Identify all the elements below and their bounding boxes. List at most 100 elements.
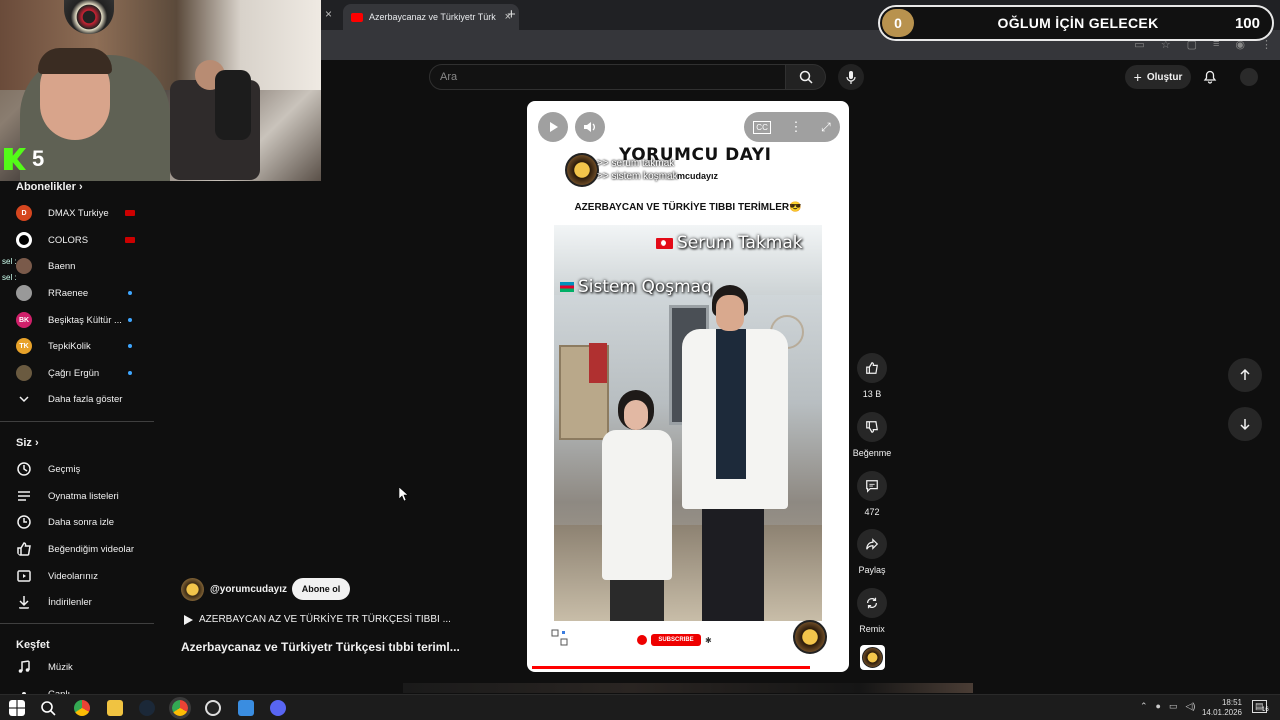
- sidebar-item-dmax-turkiye[interactable]: D DMAX Turkiye: [0, 200, 154, 226]
- sidebar-item-tepkikolik[interactable]: TK TepkiKolik: [0, 333, 154, 359]
- show-more-label: Daha fazla göster: [48, 393, 123, 405]
- more-icon[interactable]: ⋮: [1261, 38, 1272, 51]
- show-more-button[interactable]: Daha fazla göster: [0, 386, 154, 412]
- captions-icon[interactable]: CC: [753, 120, 771, 134]
- volume-tray-icon[interactable]: ◁): [1186, 701, 1196, 712]
- kick-viewer-count: 5: [32, 146, 45, 171]
- male-doctor: [676, 285, 794, 621]
- linked-video-title: AZERBAYCAN AZ VE TÜRKİYE TR TÜRKÇESİ TIB…: [199, 614, 451, 625]
- file-explorer-icon[interactable]: [107, 700, 123, 716]
- sidebar-item-playlists[interactable]: Oynatma listeleri: [0, 483, 154, 509]
- obs-icon[interactable]: [205, 700, 221, 716]
- remix-button[interactable]: [857, 588, 887, 618]
- video-progress-bar[interactable]: [532, 666, 810, 669]
- notifications-bell-icon[interactable]: [1202, 68, 1218, 84]
- streamer-hair: [38, 48, 112, 74]
- chrome-active-icon[interactable]: [169, 697, 191, 719]
- screen: 5 × Azerbaycanaz ve Türkiyetr Türk × + ▭…: [0, 0, 1280, 720]
- sidebar-item-besiktas-kultur[interactable]: BK Beşiktaş Kültür ...: [0, 307, 154, 333]
- new-content-dot-icon: [128, 371, 132, 375]
- sidebar-item-label: Beşiktaş Kültür ...: [48, 314, 122, 326]
- search-icon: [799, 70, 813, 84]
- system-tray: ⌃ ● ▭ ◁): [1140, 701, 1195, 712]
- discord-icon[interactable]: [270, 700, 286, 716]
- subscribe-badge: SUBSCRIBE ✱: [637, 634, 712, 646]
- next-short-button[interactable]: [1228, 407, 1262, 441]
- previous-tab-close-icon[interactable]: ×: [325, 7, 332, 21]
- create-button[interactable]: + Oluştur: [1125, 65, 1191, 89]
- microphone-icon: [846, 71, 856, 84]
- sidebar-item-music[interactable]: Müzik: [0, 654, 154, 680]
- volume-button[interactable]: [575, 112, 605, 142]
- network-icon[interactable]: ▭: [1169, 701, 1178, 712]
- comments-button[interactable]: [857, 471, 887, 501]
- play-button[interactable]: [538, 112, 568, 142]
- share-label: Paylaş: [858, 565, 886, 575]
- channel-avatar[interactable]: [181, 578, 204, 601]
- new-tab-button[interactable]: +: [507, 6, 516, 23]
- app-icon[interactable]: [238, 700, 254, 716]
- browser-tab-active[interactable]: Azerbaycanaz ve Türkiyetr Türk ×: [343, 4, 519, 30]
- voice-search-button[interactable]: [838, 64, 864, 90]
- sidebar-item-your-videos[interactable]: Videolarınız: [0, 563, 154, 589]
- subscribe-button[interactable]: Abone ol: [292, 578, 350, 600]
- channel-handle[interactable]: @yorumcudayız: [210, 584, 287, 595]
- fire-cabinet: [589, 343, 607, 383]
- you-heading[interactable]: Siz ›: [16, 437, 39, 449]
- channel-avatar: [16, 285, 32, 301]
- notification-count: 16: [1262, 707, 1269, 713]
- share-action[interactable]: Paylaş: [852, 529, 892, 575]
- windows-start-icon[interactable]: [9, 700, 25, 716]
- search-button[interactable]: [786, 64, 826, 90]
- qr-code-icon: [551, 629, 568, 646]
- sidebar-item-liked-videos[interactable]: Beğendiğim videolar: [0, 536, 154, 562]
- shorts-player[interactable]: CC ⋮ ⤢ YORUMCU DAYI mcudayız >> serum ta…: [527, 101, 849, 672]
- steam-icon[interactable]: [139, 700, 155, 716]
- caption-text: Serum Takmak: [677, 233, 803, 253]
- new-content-dot-icon: [128, 318, 132, 322]
- remix-action[interactable]: Remix: [852, 588, 892, 634]
- share-button[interactable]: [857, 529, 887, 559]
- caption-turkish: Serum Takmak: [656, 233, 803, 253]
- microphone: [215, 70, 251, 140]
- account-avatar[interactable]: [1240, 68, 1258, 86]
- chevron-up-icon[interactable]: ⌃: [1140, 701, 1148, 712]
- previous-short-button[interactable]: [1228, 358, 1262, 392]
- sidebar-item-label: Beğendiğim videolar: [48, 543, 135, 555]
- caption-azerbaijani: Sistem Qoşmaq: [560, 277, 712, 297]
- channel-avatar: TK: [16, 338, 32, 354]
- sidebar-item-downloads[interactable]: İndirilenler: [0, 589, 154, 615]
- channel-avatar: BK: [16, 312, 32, 328]
- short-title[interactable]: Azerbaycanaz ve Türkiyetr Türkçesi tıbbi…: [181, 640, 460, 654]
- sidebar-item-baenn[interactable]: Baenn: [0, 253, 154, 279]
- microphone-tray-icon[interactable]: ●: [1156, 701, 1161, 712]
- search-input[interactable]: Ara: [429, 64, 786, 90]
- like-action[interactable]: 13 B: [852, 353, 892, 399]
- sidebar-item-cagri-ergun[interactable]: Çağrı Ergün: [0, 360, 154, 386]
- sidebar-item-label: Oynatma listeleri: [48, 490, 119, 502]
- overlay-line: >> sistem koşmak: [597, 171, 678, 182]
- sidebar-item-rraenee[interactable]: RRaenee: [0, 280, 154, 306]
- volume-icon: [584, 122, 595, 132]
- sidebar-item-label: İndirilenler: [48, 596, 92, 608]
- linked-video[interactable]: AZERBAYCAN AZ VE TÜRKİYE TR TÜRKÇESİ TIB…: [183, 614, 451, 625]
- sidebar-item-colors[interactable]: COLORS: [0, 227, 154, 253]
- more-options-icon[interactable]: ⋮: [789, 119, 802, 135]
- fullscreen-icon[interactable]: ⤢: [821, 120, 831, 135]
- comment-action[interactable]: 472: [852, 471, 892, 517]
- like-button[interactable]: [857, 353, 887, 383]
- clock[interactable]: 18:51 14.01.2026: [1200, 698, 1242, 718]
- new-content-dot-icon: [128, 344, 132, 348]
- subscriptions-heading[interactable]: Abonelikler ›: [16, 181, 83, 193]
- video-heading: AZERBAYCAN VE TÜRKİYE TIBBI TERİMLER😎: [574, 202, 802, 213]
- remix-icon: [867, 597, 877, 609]
- dislike-action[interactable]: Beğenme: [852, 412, 892, 458]
- caption-text: Sistem Qoşmaq: [578, 277, 712, 297]
- sidebar-item-watch-later[interactable]: Daha sonra izle: [0, 509, 154, 535]
- background-strip: [403, 683, 973, 693]
- sidebar-item-history[interactable]: Geçmiş: [0, 456, 154, 482]
- search-icon[interactable]: [40, 700, 56, 716]
- original-sound-button[interactable]: [860, 645, 885, 670]
- dislike-button[interactable]: [857, 412, 887, 442]
- chrome-icon[interactable]: [74, 700, 90, 716]
